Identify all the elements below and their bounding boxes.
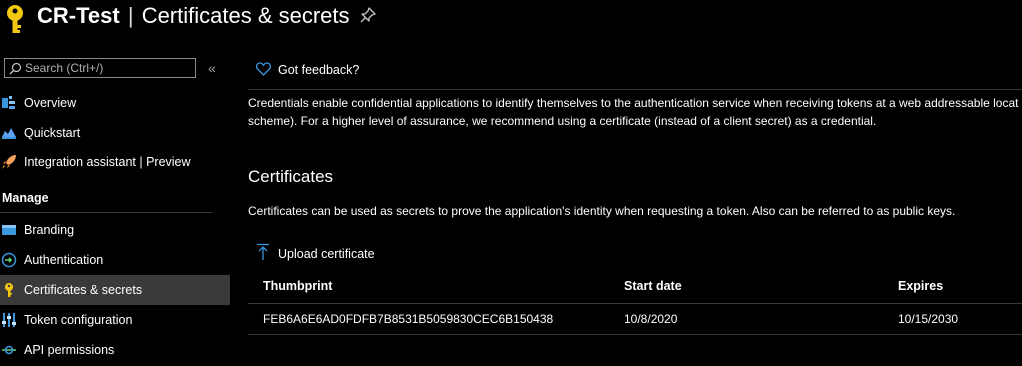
sidebar-item-label: Overview	[24, 96, 77, 110]
sidebar-item-integration-assistant[interactable]: Integration assistant | Preview	[0, 147, 230, 177]
credentials-description: Credentials enable confidential applicat…	[248, 94, 1022, 130]
sidebar-item-label: API permissions	[24, 343, 115, 357]
sidebar-item-label: Certificates & secrets	[24, 283, 143, 297]
api-permissions-icon	[2, 345, 16, 355]
authentication-icon	[1, 252, 17, 268]
sidebar-item-token-configuration[interactable]: Token configuration	[0, 305, 230, 335]
thumbprint-cell: FEB6A6E6AD0FDFB7B8531B5059830CEC6B150438	[263, 312, 554, 326]
description-line: Credentials enable confidential applicat…	[248, 96, 1019, 110]
search-box[interactable]	[4, 58, 196, 78]
sidebar-item-overview[interactable]: Overview	[0, 88, 230, 118]
token-config-icon	[2, 313, 16, 327]
column-header-expires[interactable]: Expires	[898, 270, 943, 303]
manage-heading: Manage	[2, 191, 49, 205]
description-line: scheme). For a higher level of assurance…	[248, 114, 877, 128]
upload-certificate-label: Upload certificate	[278, 247, 375, 261]
upload-icon	[257, 243, 269, 260]
table-header: Thumbprint Start date Expires	[248, 270, 1022, 304]
search-input[interactable]	[25, 60, 191, 76]
quickstart-icon	[2, 128, 16, 139]
main-content: Got feedback? Credentials enable confide…	[248, 50, 1022, 366]
app-name: CR-Test	[37, 3, 120, 28]
expires-cell: 10/15/2030	[898, 312, 959, 326]
collapse-sidebar-icon[interactable]: «	[208, 58, 222, 78]
overview-icon	[2, 96, 15, 109]
key-icon	[7, 5, 23, 33]
sidebar-item-certificates-secrets[interactable]: Certificates & secrets	[0, 275, 230, 305]
table-row[interactable]: FEB6A6E6AD0FDFB7B8531B5059830CEC6B150438…	[248, 304, 1022, 335]
title-separator: |	[127, 3, 134, 28]
branding-icon	[2, 225, 16, 235]
column-header-thumbprint[interactable]: Thumbprint	[263, 270, 332, 303]
sidebar-item-quickstart[interactable]: Quickstart	[0, 118, 230, 148]
key-icon	[5, 283, 13, 297]
certificates-heading: Certificates	[248, 167, 334, 186]
page-title: CR-Test | Certificates & secrets	[37, 0, 350, 32]
feedback-label: Got feedback?	[278, 63, 360, 77]
search-icon	[9, 62, 22, 75]
sidebar-item-label: Branding	[24, 223, 75, 237]
certificates-description: Certificates can be used as secrets to p…	[248, 204, 956, 218]
column-header-start-date[interactable]: Start date	[624, 270, 682, 303]
section-divider	[0, 212, 212, 213]
sidebar-item-label: Quickstart	[24, 126, 81, 140]
sidebar-item-authentication[interactable]: Authentication	[0, 245, 230, 275]
page-header: CR-Test | Certificates & secrets	[0, 0, 1022, 40]
rocket-icon	[2, 155, 16, 169]
pin-icon[interactable]	[360, 7, 376, 23]
start-date-cell: 10/8/2020	[624, 312, 678, 326]
sidebar-item-label: Authentication	[24, 253, 104, 267]
sidebar: « Overview Quickstart Integration assist…	[0, 50, 230, 366]
sidebar-item-branding[interactable]: Branding	[0, 215, 230, 245]
sidebar-item-api-permissions[interactable]: API permissions	[0, 335, 230, 365]
toolbar-divider	[248, 89, 1022, 90]
blade-title: Certificates & secrets	[141, 3, 350, 28]
heart-icon	[256, 62, 271, 76]
sidebar-item-label: Integration assistant | Preview	[24, 155, 191, 169]
sidebar-item-label: Token configuration	[24, 313, 133, 327]
